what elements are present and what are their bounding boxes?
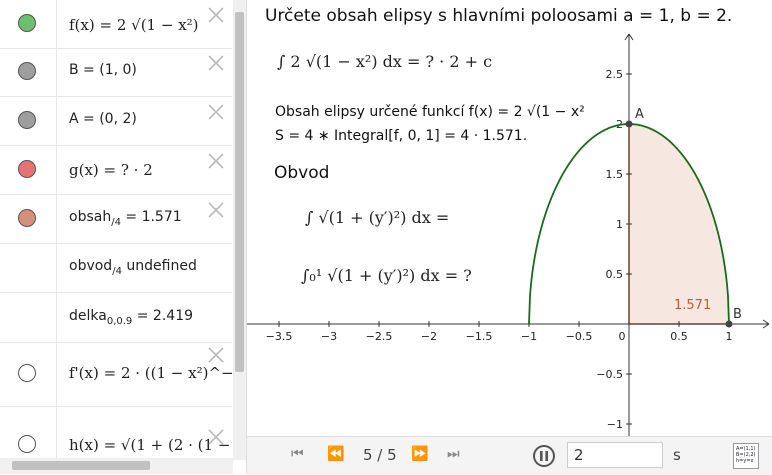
horizontal-scroll-thumb[interactable]	[12, 461, 150, 470]
x-tick-label: −1.5	[466, 330, 493, 343]
algebra-expr-obsah[interactable]: obsah/4 = 1.571	[69, 209, 182, 228]
vertical-scroll-thumb[interactable]	[235, 12, 244, 372]
x-tick-label: 1	[726, 330, 733, 343]
algebra-expr-delka[interactable]: delka0,0.9 = 2.419	[69, 308, 193, 327]
animation-playbar: ⏮ ⏪ 5 / 5 ⏩ ⏭ 2 s A=(1,1) B=(2,2) h=y=x	[247, 436, 772, 475]
y-tick-label: 0.5	[606, 268, 624, 281]
visibility-toggle-a[interactable]	[18, 111, 36, 129]
area-formula: S = 4 ∗ Integral[f, 0, 1] = 4 · 1.571.	[275, 128, 528, 144]
integral-area	[629, 124, 729, 324]
delka-sub: 0,0.9	[106, 315, 133, 327]
visibility-toggle-h[interactable]	[18, 435, 36, 453]
y-tick-label: −1	[607, 418, 623, 431]
obvod-sub: /4	[112, 265, 122, 277]
x-tick-label: 0	[619, 330, 626, 343]
y-tick-label: −0.5	[596, 368, 623, 381]
obvod-value: undefined	[121, 258, 197, 274]
algebra-expr-f[interactable]: f(x) = 2 √(1 − x²)	[69, 16, 199, 34]
obvod-name: obvod	[69, 258, 113, 274]
frame-counter: 5 / 5	[363, 446, 397, 464]
y-tick-label: 1.5	[606, 168, 624, 181]
badge-text: A=(1,1) B=(2,2) h=y=x	[736, 446, 756, 464]
algebra-expr-b[interactable]: B = (1, 0)	[69, 62, 137, 78]
algebra-expr-fprime[interactable]: f'(x) = 2 · ((1 − x²)^−0.5 (·	[69, 364, 246, 382]
y-tick-label: 1	[616, 218, 623, 231]
integral-value-label: 1.571	[674, 298, 711, 313]
algebra-expr-a[interactable]: A = (0, 2)	[69, 111, 137, 127]
animation-value-input[interactable]: 2	[567, 442, 663, 468]
x-tick-label: −2	[421, 330, 437, 343]
close-icon[interactable]	[207, 103, 225, 121]
close-icon[interactable]	[207, 54, 225, 72]
pause-icon	[540, 451, 548, 461]
delka-name: delka	[69, 308, 107, 324]
graphics-view[interactable]: −3.5 −3 −2.5 −2 −1.5 −1 −0.5 0 0.5 1 2.5 2 1.5 1 0.5 −0…	[247, 0, 772, 474]
point-b	[725, 320, 733, 328]
arc-definite-integral: ∫₀¹ √(1 + (y′)²) dx = ?	[301, 266, 472, 285]
visibility-toggle-g[interactable]	[18, 160, 36, 178]
x-tick-label: −0.5	[566, 330, 593, 343]
close-icon[interactable]	[207, 6, 225, 24]
visibility-toggle-f[interactable]	[18, 14, 36, 32]
x-tick-label: −1	[521, 330, 537, 343]
pause-button[interactable]	[533, 445, 555, 467]
algebra-view-badge[interactable]: A=(1,1) B=(2,2) h=y=x	[733, 443, 759, 469]
close-icon[interactable]	[207, 346, 225, 364]
algebra-row-f[interactable]: f(x) = 2 √(1 − x²)	[0, 0, 232, 49]
step-forward-icon[interactable]: ⏩	[411, 446, 428, 462]
close-icon[interactable]	[207, 152, 225, 170]
x-tick-label: −3.5	[266, 330, 293, 343]
obsah-name: obsah	[69, 209, 112, 225]
x-tick-label: −3	[321, 330, 337, 343]
algebra-view: f(x) = 2 √(1 − x²) B = (1, 0) A = (0, 2)…	[0, 0, 247, 474]
algebra-row-delka[interactable]: delka0,0.9 = 2.419	[0, 292, 232, 343]
algebra-row-fprime[interactable]: f'(x) = 2 · ((1 − x²)^−0.5 (·	[0, 342, 246, 407]
visibility-toggle-b[interactable]	[18, 62, 36, 80]
skip-back-icon[interactable]: ⏮	[291, 446, 304, 462]
y-tick-label: 2.5	[606, 68, 624, 81]
point-a-label: A	[635, 107, 644, 122]
area-description: Obsah elipsy určené funkcí f(x) = 2 √(1 …	[275, 104, 585, 120]
delka-value: = 2.419	[132, 308, 194, 324]
animation-unit: s	[673, 446, 681, 464]
obsah-sub: /4	[111, 216, 121, 228]
page-title: Určete obsah elipsy s hlavními poloosami…	[265, 6, 733, 26]
algebra-expr-g[interactable]: g(x) = ? · 2	[69, 161, 153, 179]
step-back-icon[interactable]: ⏪	[327, 446, 344, 462]
algebra-row-h[interactable]: h(x) = √(1 + (2 · (1 − x	[0, 406, 244, 458]
x-tick-label: −2.5	[366, 330, 393, 343]
x-tick-label: 0.5	[670, 330, 688, 343]
point-b-label: B	[733, 307, 742, 322]
algebra-row-obsah[interactable]: obsah/4 = 1.571	[0, 194, 232, 244]
close-icon[interactable]	[207, 428, 225, 446]
algebra-row-g[interactable]: g(x) = ? · 2	[0, 145, 232, 195]
point-a	[625, 120, 633, 128]
visibility-toggle-obsah[interactable]	[18, 209, 36, 227]
close-icon[interactable]	[207, 201, 225, 219]
algebra-row-obvod[interactable]: obvod/4 undefined	[0, 243, 232, 293]
integral-equation: ∫ 2 √(1 − x²) dx = ? · 2 + c	[277, 52, 493, 71]
arc-integral: ∫ √(1 + (y′)²) dx =	[305, 208, 450, 227]
section-heading-obvod: Obvod	[274, 163, 330, 183]
algebra-row-a[interactable]: A = (0, 2)	[0, 96, 232, 146]
obsah-value: = 1.571	[120, 209, 182, 225]
algebra-row-b[interactable]: B = (1, 0)	[0, 48, 232, 97]
algebra-expr-obvod[interactable]: obvod/4 undefined	[69, 258, 197, 277]
visibility-toggle-fprime[interactable]	[18, 364, 36, 382]
skip-forward-icon[interactable]: ⏭	[447, 446, 460, 462]
